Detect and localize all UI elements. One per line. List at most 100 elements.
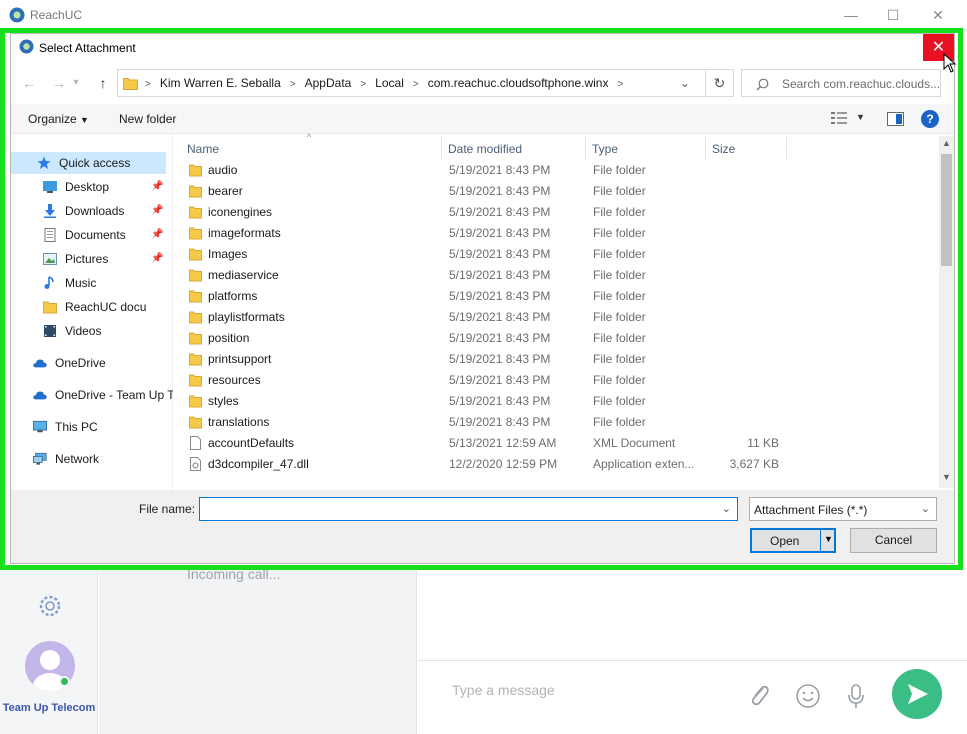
- file-type: Application exten...: [593, 457, 695, 471]
- file-name-input[interactable]: ⌄: [199, 497, 738, 521]
- scroll-up-arrow-icon[interactable]: ▲: [942, 138, 951, 148]
- folder-icon: [189, 185, 202, 198]
- file-type: File folder: [593, 163, 646, 177]
- table-row[interactable]: position 5/19/2021 8:43 PM File folder: [179, 328, 941, 349]
- column-header-name[interactable]: Name: [187, 142, 219, 156]
- emoji-icon[interactable]: [795, 683, 821, 709]
- scroll-down-arrow-icon[interactable]: ▼: [942, 472, 951, 482]
- table-row[interactable]: imageformats 5/19/2021 8:43 PM File folder: [179, 223, 941, 244]
- view-dropdown-icon[interactable]: ▼: [856, 112, 865, 122]
- new-folder-button[interactable]: New folder: [119, 112, 176, 126]
- pin-icon[interactable]: 📌: [151, 205, 163, 216]
- folder-icon: [189, 290, 202, 303]
- table-row[interactable]: playlistformats 5/19/2021 8:43 PM File fol…: [179, 307, 941, 328]
- file-date: 5/19/2021 8:43 PM: [449, 268, 551, 282]
- chevron-down-icon[interactable]: ⌄: [722, 502, 731, 515]
- breadcrumb-separator[interactable]: >: [290, 79, 296, 90]
- file-date: 5/19/2021 8:43 PM: [449, 184, 551, 198]
- breadcrumb-separator[interactable]: >: [617, 79, 623, 90]
- window-close-button[interactable]: ✕: [915, 0, 961, 30]
- back-button[interactable]: ←: [17, 72, 41, 94]
- column-divider[interactable]: [441, 137, 442, 159]
- attach-paperclip-icon[interactable]: [748, 683, 770, 707]
- preview-pane-icon: [896, 114, 902, 124]
- nav-label: Music: [65, 276, 97, 290]
- dialog-title: Select Attachment: [39, 41, 136, 55]
- file-name: mediaservice: [208, 268, 279, 282]
- breadcrumb-separator[interactable]: >: [413, 79, 419, 90]
- address-history-chevron-icon[interactable]: ⌄: [680, 76, 690, 90]
- folder-icon: [43, 301, 57, 314]
- music-icon: [44, 276, 54, 289]
- recent-locations-dropdown[interactable]: ▾: [69, 72, 83, 94]
- cancel-button[interactable]: Cancel: [850, 528, 937, 553]
- nav-label: Network: [55, 452, 100, 466]
- search-input[interactable]: Search com.reachuc.clouds...: [741, 69, 941, 97]
- table-row[interactable]: bearer 5/19/2021 8:43 PM File folder: [179, 181, 941, 202]
- videos-icon: [44, 325, 56, 337]
- table-row[interactable]: d3dcompiler_47.dll 12/2/2020 12:59 PM Appl…: [179, 454, 941, 475]
- open-button[interactable]: Open ▼: [750, 528, 836, 553]
- breadcrumb-item[interactable]: com.reachuc.cloudsoftphone.winx: [428, 76, 609, 90]
- table-row[interactable]: translations 5/19/2021 8:43 PM File folder: [179, 412, 941, 433]
- vertical-scrollbar[interactable]: ▲ ▼: [939, 136, 954, 488]
- file-type: File folder: [593, 310, 646, 324]
- maximize-button[interactable]: ☐: [870, 0, 916, 30]
- breadcrumb-item[interactable]: Kim Warren E. Seballa: [160, 76, 281, 90]
- online-status-dot: [59, 676, 70, 687]
- column-header-size[interactable]: Size: [712, 142, 735, 156]
- column-divider[interactable]: [705, 137, 706, 159]
- scrollbar-thumb[interactable]: [941, 154, 952, 266]
- select-attachment-dialog: Select Attachment ✕ ← → ▾ ↑ > Kim Warren …: [10, 33, 957, 564]
- column-header-type[interactable]: Type: [592, 142, 618, 156]
- computer-icon: [33, 420, 47, 433]
- column-divider[interactable]: [786, 137, 787, 159]
- view-options-button[interactable]: [831, 111, 847, 125]
- table-row[interactable]: audio 5/19/2021 8:43 PM File folder: [179, 160, 941, 181]
- breadcrumb-item[interactable]: AppData: [305, 76, 352, 90]
- message-input[interactable]: Type a message: [452, 682, 555, 698]
- settings-gear-icon[interactable]: [36, 592, 64, 620]
- refresh-icon: ↻: [713, 75, 726, 91]
- microphone-icon[interactable]: [846, 683, 866, 709]
- table-row[interactable]: mediaservice 5/19/2021 8:43 PM File folder: [179, 265, 941, 286]
- column-divider[interactable]: [585, 137, 586, 159]
- refresh-button[interactable]: ↻: [706, 69, 734, 97]
- breadcrumb-item[interactable]: Local: [375, 76, 404, 90]
- file-type: File folder: [593, 184, 646, 198]
- table-row[interactable]: resources 5/19/2021 8:43 PM File folder: [179, 370, 941, 391]
- breadcrumb-separator[interactable]: >: [360, 79, 366, 90]
- table-row[interactable]: iconengines 5/19/2021 8:43 PM File folder: [179, 202, 941, 223]
- nav-label: Quick access: [59, 156, 131, 170]
- chevron-down-icon: ⌄: [920, 503, 930, 515]
- organize-menu-button[interactable]: Organize ▼: [28, 112, 89, 126]
- pin-icon[interactable]: 📌: [151, 229, 163, 240]
- open-label: Open: [770, 534, 800, 548]
- pin-icon[interactable]: 📌: [151, 253, 163, 264]
- table-row[interactable]: printsupport 5/19/2021 8:43 PM File folder: [179, 349, 941, 370]
- table-row[interactable]: platforms 5/19/2021 8:43 PM File folder: [179, 286, 941, 307]
- app-title: ReachUC: [30, 8, 83, 22]
- file-type-select[interactable]: Attachment Files (*.*) ⌄: [749, 497, 937, 521]
- up-button[interactable]: ↑: [91, 72, 115, 94]
- column-header-date[interactable]: Date modified: [448, 142, 522, 156]
- search-icon: [756, 78, 769, 91]
- mouse-cursor-icon: [943, 53, 957, 73]
- nav-item-onedrive-team[interactable]: OneDrive - Team Up T: [33, 384, 173, 406]
- minimize-button[interactable]: —: [828, 0, 874, 30]
- address-bar[interactable]: > Kim Warren E. Seballa > AppData > Local > com…: [117, 69, 706, 97]
- preview-pane-button[interactable]: [887, 112, 904, 126]
- file-type: File folder: [593, 268, 646, 282]
- help-icon[interactable]: ?: [921, 110, 939, 128]
- table-row[interactable]: Images 5/19/2021 8:43 PM File folder: [179, 244, 941, 265]
- open-dropdown-icon[interactable]: ▼: [824, 534, 833, 544]
- send-button[interactable]: [892, 669, 942, 719]
- file-type: File folder: [593, 205, 646, 219]
- forward-button[interactable]: →: [47, 72, 71, 94]
- file-date: 5/19/2021 8:43 PM: [449, 289, 551, 303]
- pin-icon[interactable]: 📌: [151, 181, 163, 192]
- table-row[interactable]: accountDefaults 5/13/2021 12:59 AM XML Doc…: [179, 433, 941, 454]
- table-row[interactable]: styles 5/19/2021 8:43 PM File folder: [179, 391, 941, 412]
- file-name: resources: [208, 373, 261, 387]
- file-date: 5/19/2021 8:43 PM: [449, 163, 551, 177]
